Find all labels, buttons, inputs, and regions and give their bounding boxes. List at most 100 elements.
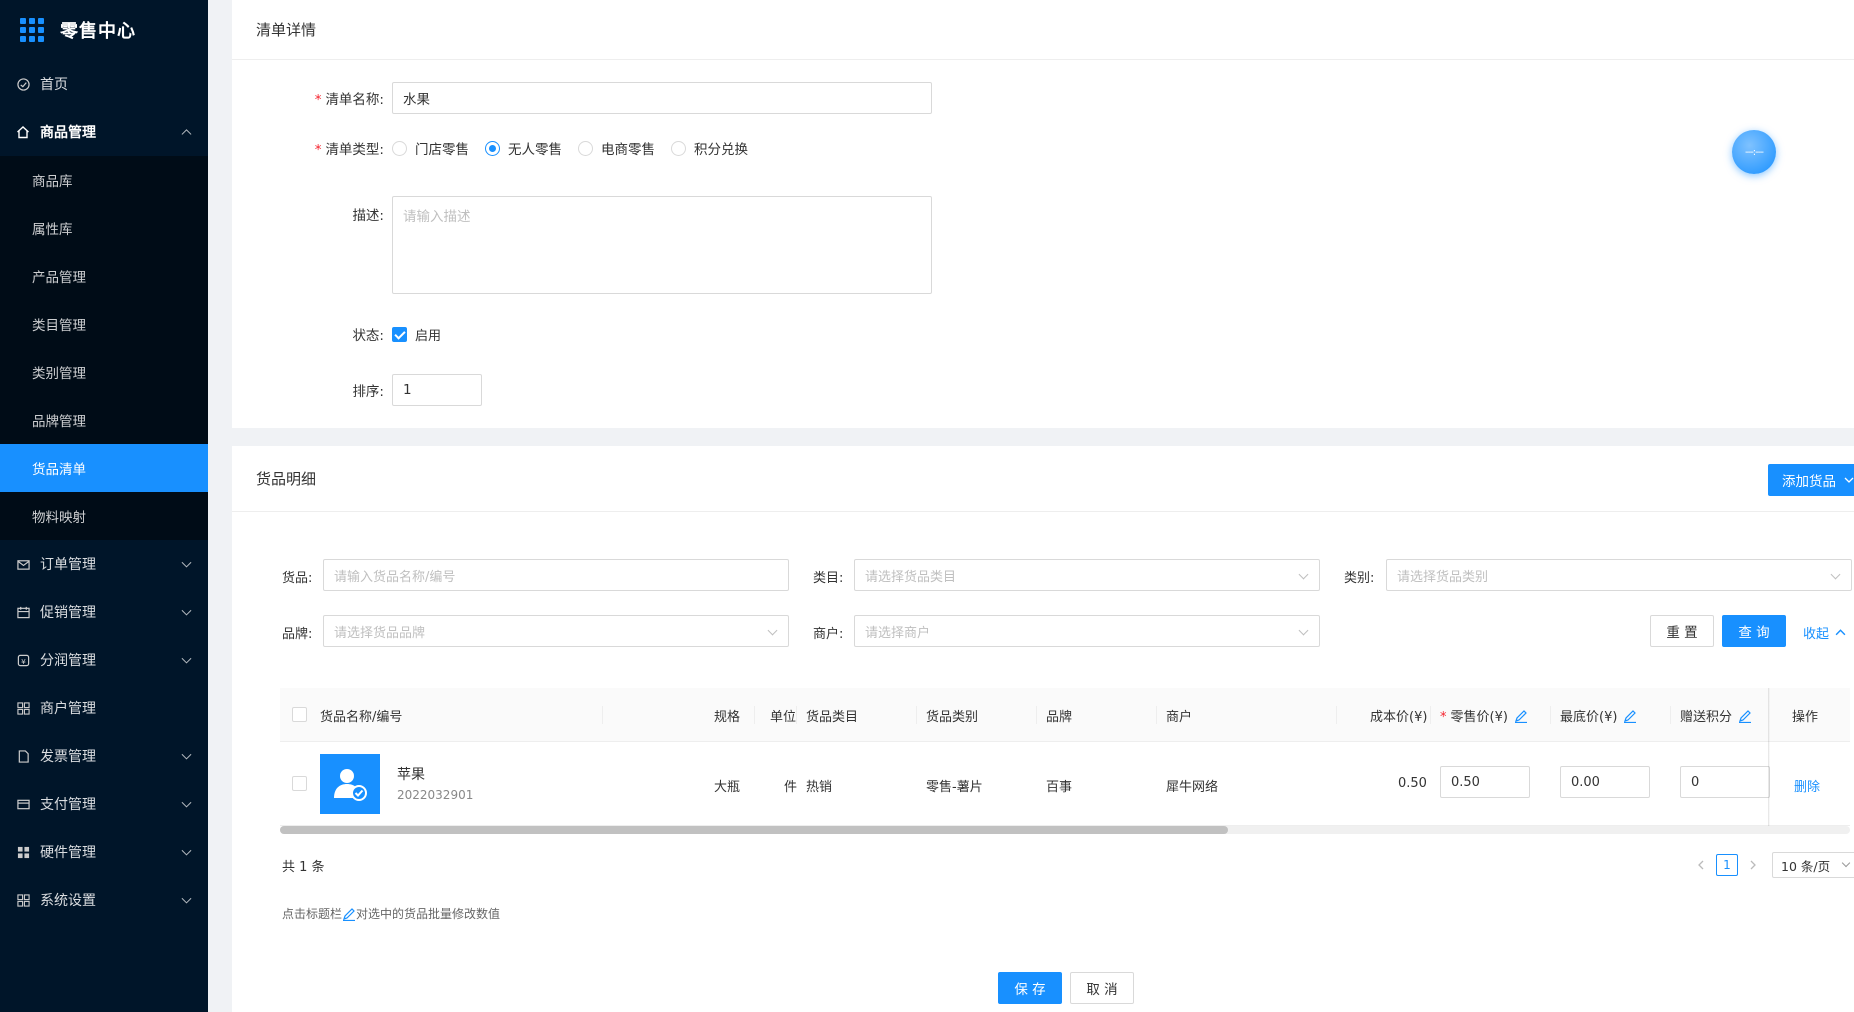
chevron-up-icon (1835, 629, 1846, 636)
chevron-down-icon (181, 605, 192, 616)
sidebar-item-goods-library[interactable]: 商品库 (0, 156, 208, 204)
form-row-name: * 清单名称: 水果 (232, 82, 932, 114)
page-1[interactable]: 1 (1716, 854, 1738, 876)
name-input[interactable]: 水果 (392, 82, 932, 114)
col-points-label: 赠送积分 (1680, 710, 1733, 725)
cancel-button[interactable]: 取 消 (1070, 972, 1134, 1004)
collapse-link[interactable]: 收起 (1803, 623, 1846, 642)
sidebar-item-goods-list[interactable]: 货品清单 (0, 444, 208, 492)
sidebar-item-merchants[interactable]: 商户管理 (0, 684, 208, 732)
col-cost-price[interactable]: 成本价(¥) (1370, 706, 1427, 725)
add-goods-button[interactable]: 添加货品 (1768, 464, 1854, 496)
chevron-left-icon[interactable] (1696, 860, 1706, 870)
col-spec[interactable]: 规格 (714, 706, 740, 725)
save-button[interactable]: 保 存 (998, 972, 1062, 1004)
sidebar-item-payments[interactable]: 支付管理 (0, 780, 208, 828)
edit-icon[interactable] (1623, 709, 1637, 723)
pagination: 1 10 条/页 (1696, 852, 1854, 878)
radio-ecommerce-retail[interactable]: 电商零售 (578, 138, 655, 158)
page-size-select[interactable]: 10 条/页 (1772, 852, 1854, 878)
col-min-price[interactable]: 最底价(¥) (1560, 706, 1637, 725)
brand-select[interactable]: 请选择货品品牌 (323, 615, 789, 647)
col-unit[interactable]: 单位 (770, 706, 796, 725)
radio-points-exchange[interactable]: 积分兑换 (671, 138, 748, 158)
type-placeholder: 请选择货品类别 (1397, 569, 1489, 585)
floating-action-button[interactable]: ---:--- (1732, 130, 1776, 174)
col-category[interactable]: 货品类目 (806, 706, 858, 725)
status-checkbox[interactable] (392, 326, 407, 342)
form-row-status: 状态: 启用 (232, 324, 441, 344)
goods-search-input[interactable]: 请输入货品名称/编号 (323, 559, 789, 591)
sidebar-item-material-mapping[interactable]: 物料映射 (0, 492, 208, 540)
chevron-right-icon[interactable] (1748, 860, 1758, 870)
sort-label: 排序: (352, 384, 384, 400)
sidebar-item-invoices[interactable]: 发票管理 (0, 732, 208, 780)
delete-link[interactable]: 删除 (1794, 776, 1820, 795)
chevron-down-icon (181, 845, 192, 856)
desc-textarea[interactable]: 请输入描述 (392, 196, 932, 294)
edit-icon[interactable] (1514, 709, 1528, 723)
select-all-checkbox[interactable] (292, 707, 307, 722)
batch-edit-hint: 点击标题栏 对选中的货品批量修改数值 (282, 905, 500, 922)
sidebar-item-promotions[interactable]: 促销管理 (0, 588, 208, 636)
app-title: 零售中心 (60, 21, 136, 42)
dashboard-icon (16, 77, 30, 91)
type-label: 清单类型: (325, 142, 384, 158)
col-points[interactable]: 赠送积分 (1680, 706, 1752, 725)
query-button[interactable]: 查 询 (1722, 615, 1786, 647)
type-select[interactable]: 请选择货品类别 (1386, 559, 1852, 591)
sidebar-item-profit-sharing[interactable]: ¥ 分润管理 (0, 636, 208, 684)
collapse-label: 收起 (1803, 627, 1830, 642)
min-price-input[interactable]: 0.00 (1560, 766, 1650, 798)
share-icon: ¥ (16, 653, 30, 667)
sidebar-item-type-management[interactable]: 类别管理 (0, 348, 208, 396)
goods-unit: 件 (784, 780, 798, 795)
table-horizontal-scrollbar[interactable] (280, 826, 1850, 834)
col-merchant[interactable]: 商户 (1166, 706, 1192, 725)
sidebar-item-home[interactable]: 首页 (0, 60, 208, 108)
col-goods-name[interactable]: 货品名称/编号 (320, 706, 402, 725)
app-logo[interactable]: 零售中心 (0, 0, 208, 60)
page-size-value: 10 条/页 (1781, 858, 1831, 874)
col-retail-price[interactable]: * 零售价(¥) (1440, 706, 1528, 725)
retail-price-input[interactable]: 0.50 (1440, 766, 1530, 798)
radio-circle (671, 140, 686, 156)
sidebar-item-settings[interactable]: 系统设置 (0, 876, 208, 924)
col-action: 操作 (1792, 710, 1819, 725)
chevron-down-icon (1844, 477, 1854, 483)
filter-category-label: 类目: (813, 571, 844, 586)
col-type[interactable]: 货品类别 (926, 706, 978, 725)
points-input[interactable]: 0 (1680, 766, 1770, 798)
sidebar-item-label: 硬件管理 (40, 845, 96, 861)
sort-input[interactable]: 1 (392, 374, 482, 406)
sidebar-item-hardware[interactable]: 硬件管理 (0, 828, 208, 876)
chevron-down-icon (181, 653, 192, 664)
sidebar-item-orders[interactable]: 订单管理 (0, 540, 208, 588)
sidebar-item-label: 首页 (40, 77, 68, 93)
merchant-select[interactable]: 请选择商户 (854, 615, 1320, 647)
table-row: 苹果 2022032901 大瓶 件 热销 零售-薯片 百事 犀牛网络 0.50… (280, 742, 1850, 826)
row-checkbox[interactable] (292, 776, 307, 791)
sidebar-item-category-management[interactable]: 类目管理 (0, 300, 208, 348)
scrollbar-thumb[interactable] (280, 826, 1228, 834)
filter-merchant-label: 商户: (813, 627, 844, 642)
edit-icon[interactable] (1738, 709, 1752, 723)
radio-label: 门店零售 (415, 142, 469, 158)
reset-button[interactable]: 重 置 (1650, 615, 1714, 647)
svg-text:¥: ¥ (21, 656, 26, 665)
home-icon (16, 125, 30, 139)
radio-label: 无人零售 (508, 142, 562, 158)
radio-store-retail[interactable]: 门店零售 (392, 138, 469, 158)
sidebar-item-goods[interactable]: 商品管理 (0, 108, 208, 156)
col-brand[interactable]: 品牌 (1046, 706, 1072, 725)
sidebar-item-label: 支付管理 (40, 797, 96, 813)
category-select[interactable]: 请选择货品类目 (854, 559, 1320, 591)
filter-type-label: 类别: (1344, 571, 1375, 586)
sidebar-item-brand-management[interactable]: 品牌管理 (0, 396, 208, 444)
sidebar-item-product-management[interactable]: 产品管理 (0, 252, 208, 300)
sidebar-item-attribute-library[interactable]: 属性库 (0, 204, 208, 252)
goods-spec: 大瓶 (714, 780, 741, 795)
sidebar-item-label: 商品管理 (40, 125, 96, 141)
radio-label: 电商零售 (601, 142, 655, 158)
radio-unmanned-retail[interactable]: 无人零售 (485, 138, 562, 158)
